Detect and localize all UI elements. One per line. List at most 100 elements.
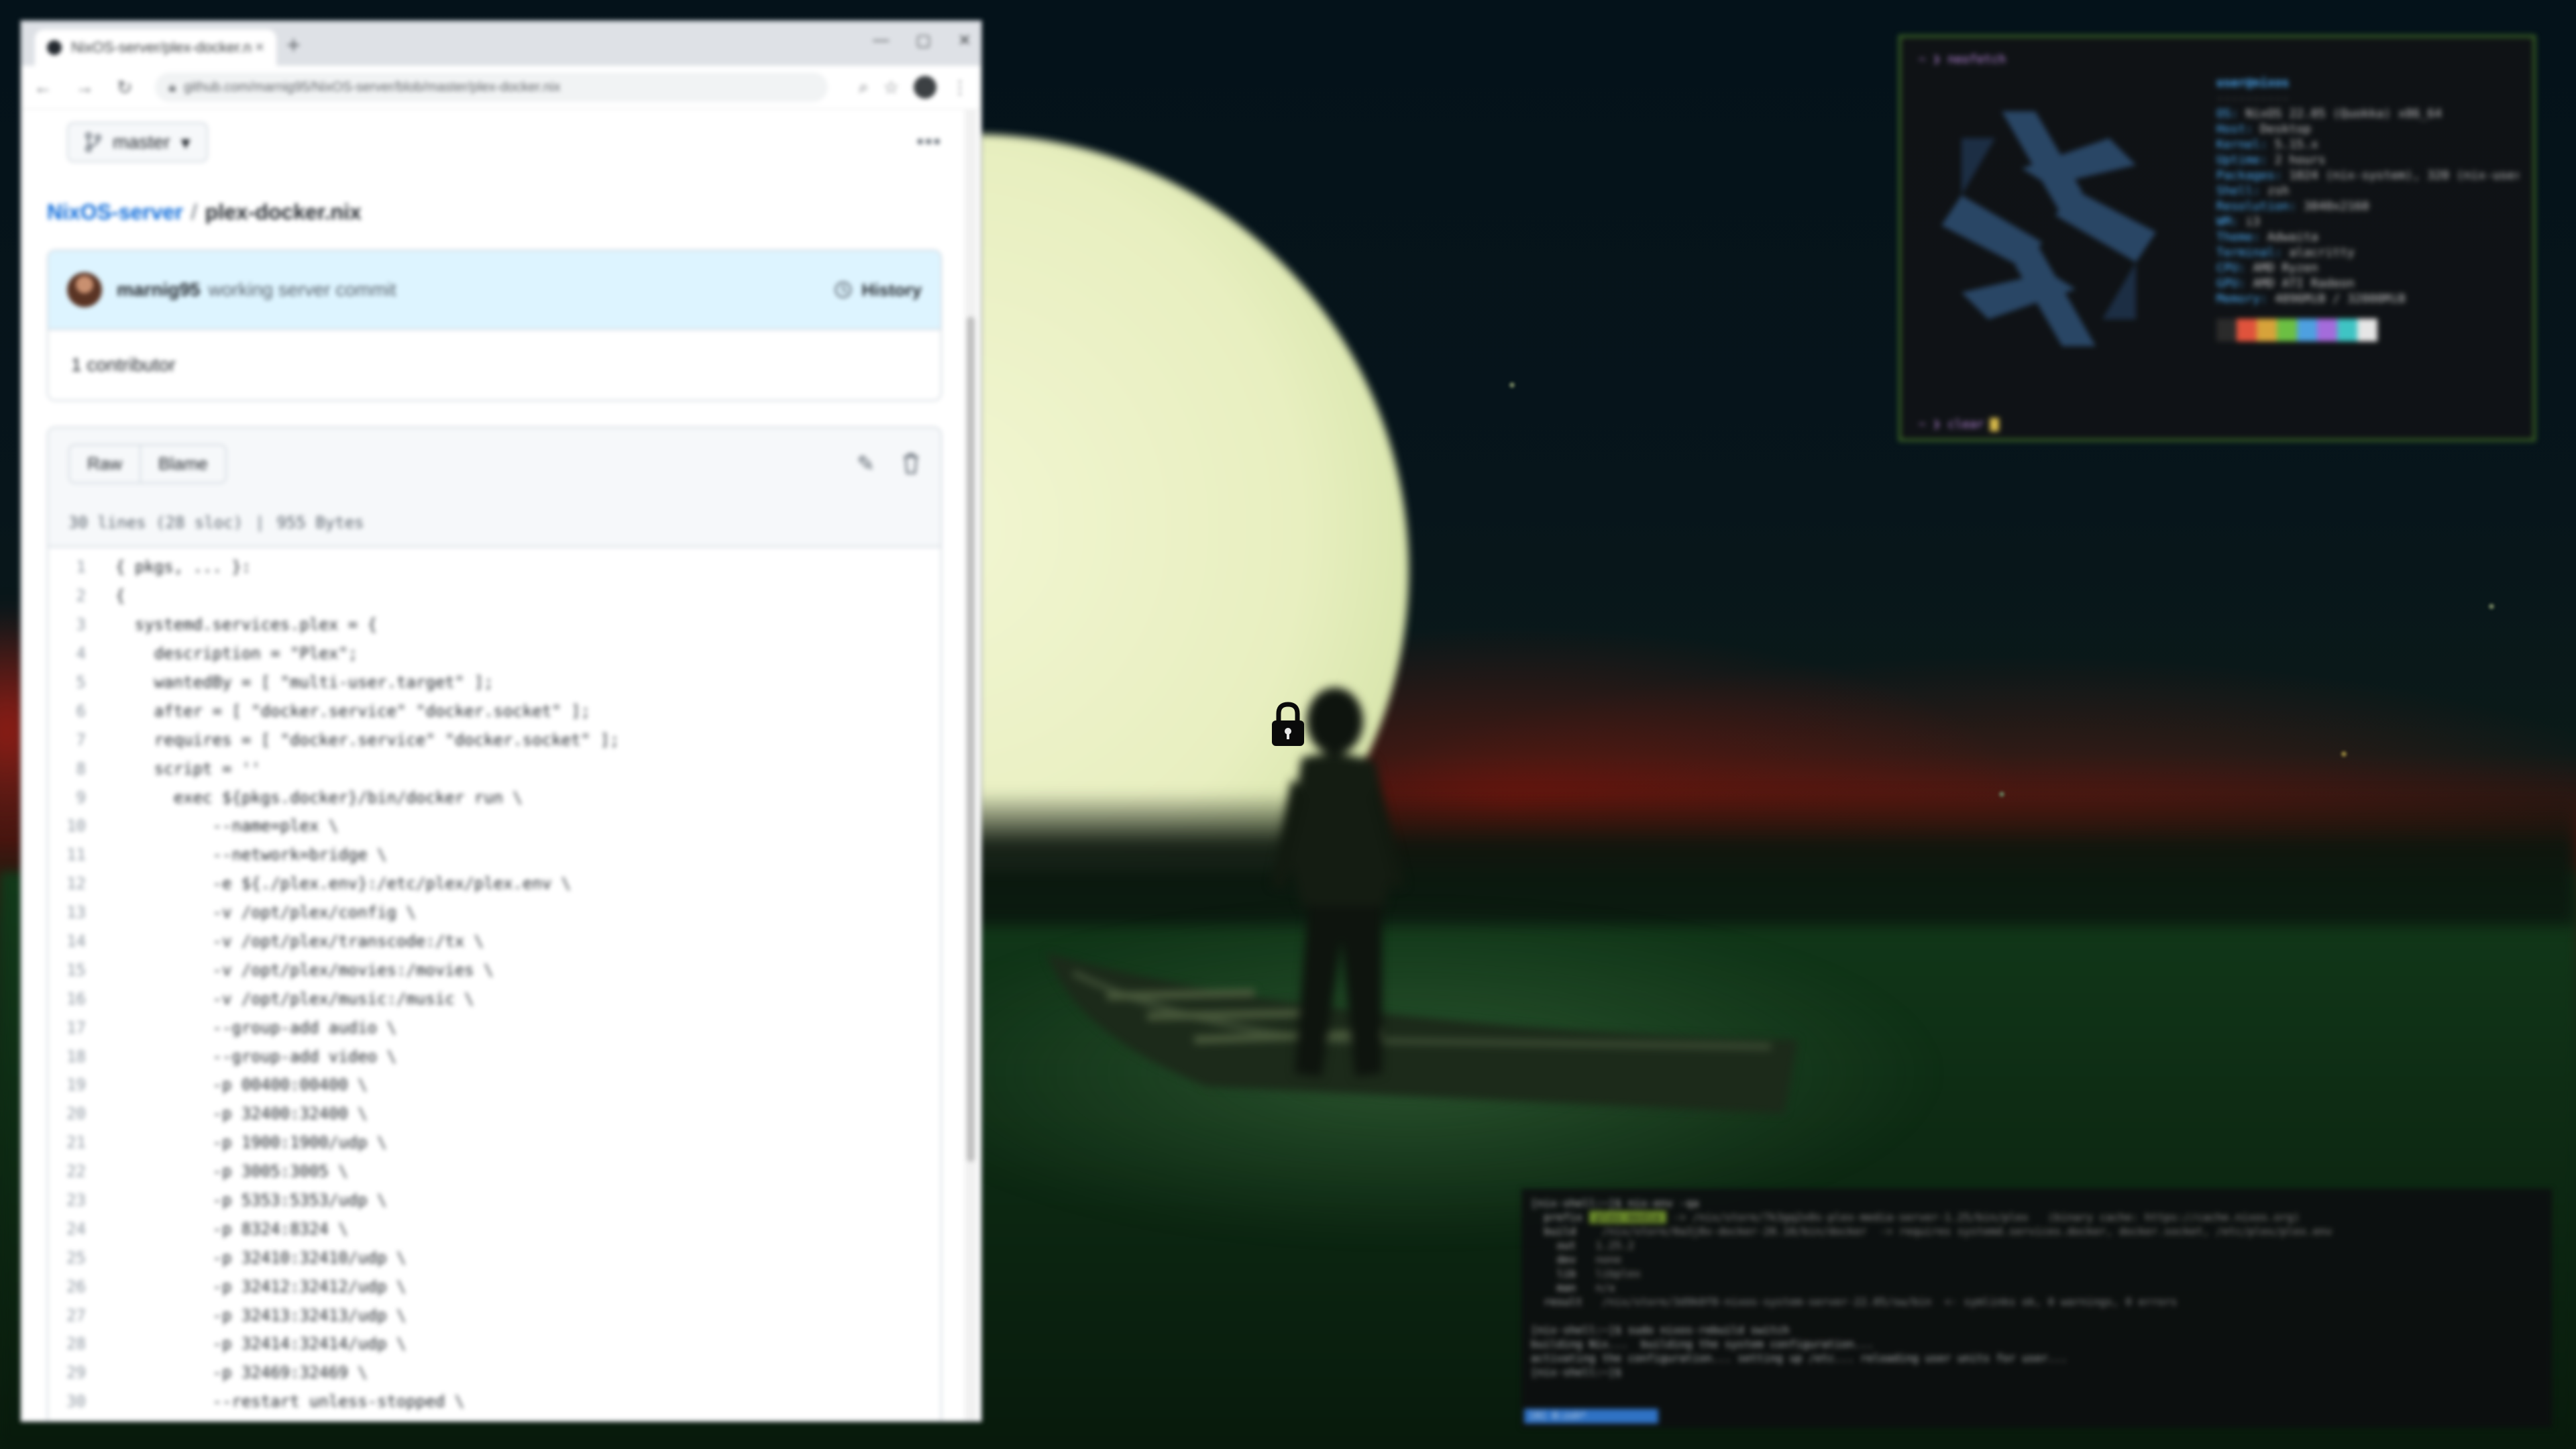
back-button[interactable]: ←	[34, 76, 52, 98]
neofetch-key: GPU	[2216, 276, 2239, 290]
reload-button[interactable]: ↻	[117, 76, 132, 99]
line-number[interactable]: 3	[48, 615, 115, 634]
wallpaper-star	[1509, 382, 1515, 388]
neofetch-info-row: Host: Desktop	[2216, 122, 2311, 136]
code-text: description = "Plex";	[115, 644, 358, 663]
neofetch-value: AMD ATI Radeon	[2253, 276, 2355, 290]
code-text: -v /opt/plex/movies:/movies \	[115, 960, 494, 979]
neofetch-terminal[interactable]: ~ ❯ neofetch user@nixos ---------- OS: N…	[1898, 35, 2536, 441]
code-text: -p 32410:32410/udp \	[115, 1248, 407, 1267]
profile-avatar[interactable]	[914, 76, 936, 99]
address-bar[interactable]: 🔒︎ github.com/marnig95/NixOS-server/blob…	[155, 72, 828, 102]
breadcrumb-repo-link[interactable]: NixOS-server	[47, 200, 183, 225]
line-number[interactable]: 16	[48, 989, 115, 1008]
close-window-button[interactable]: ✕	[958, 31, 971, 50]
neofetch-info-row: Theme: Adwaita	[2216, 230, 2318, 244]
line-number[interactable]: 5	[48, 673, 115, 692]
line-number[interactable]: 31	[48, 1421, 115, 1422]
line-number[interactable]: 9	[48, 788, 115, 807]
commit-message-link[interactable]: working server commit	[209, 279, 834, 301]
line-number[interactable]: 22	[48, 1162, 115, 1181]
line-number[interactable]: 13	[48, 903, 115, 922]
code-line: 1{ pkgs, ... }:	[48, 553, 941, 582]
line-number[interactable]: 7	[48, 731, 115, 749]
line-number[interactable]: 30	[48, 1392, 115, 1411]
code-text: -v /opt/plex/music:/music \	[115, 989, 474, 1008]
code-line: 19 -p 00400:00400 \	[48, 1071, 941, 1099]
line-number[interactable]: 18	[48, 1047, 115, 1066]
neofetch-value: NixOS 22.05 (Quokka) x86_64	[2245, 107, 2442, 121]
tab-close-icon[interactable]: ×	[255, 38, 264, 57]
browser-menu-icon[interactable]: ⋮	[951, 77, 969, 98]
line-number[interactable]: 28	[48, 1334, 115, 1353]
code-line: 25 -p 32410:32410/udp \	[48, 1243, 941, 1272]
breadcrumb-file-name: plex-docker.nix	[205, 199, 362, 224]
forward-button[interactable]: →	[75, 76, 94, 98]
terminal-line: out 1.25.2	[1531, 1239, 2542, 1253]
neofetch-value: i3	[2245, 215, 2261, 229]
line-number[interactable]: 19	[48, 1075, 115, 1094]
branch-selector-button[interactable]: master ▾	[67, 122, 208, 162]
more-options-button[interactable]: •••	[916, 131, 942, 154]
code-text: -e ${./plex.env}:/etc/plex/plex.env \	[115, 874, 572, 894]
line-number[interactable]: 8	[48, 759, 115, 778]
neofetch-key: CPU	[2216, 261, 2239, 275]
line-number[interactable]: 23	[48, 1191, 115, 1210]
commit-author-link[interactable]: marnig95	[117, 279, 201, 301]
line-number[interactable]: 15	[48, 961, 115, 979]
terminal-line: result /nix/store/3d9k0f8-nixos-system-s…	[1531, 1295, 2542, 1309]
terminal-window[interactable]: [nix-shell:~]$ nix-env -qa prefix plex-m…	[1521, 1189, 2552, 1428]
line-number[interactable]: 17	[48, 1018, 115, 1037]
avatar[interactable]	[67, 272, 102, 307]
minimize-button[interactable]: —	[873, 31, 889, 50]
scrollbar-thumb[interactable]	[967, 317, 975, 1162]
palette-swatch	[2237, 319, 2257, 341]
line-number[interactable]: 1	[48, 557, 115, 576]
commit-row: marnig95 working server commit History	[48, 251, 941, 329]
line-number[interactable]: 10	[48, 816, 115, 835]
line-number[interactable]: 11	[48, 845, 115, 864]
raw-button[interactable]: Raw	[68, 443, 142, 484]
line-number[interactable]: 14	[48, 932, 115, 951]
neofetch-key: OS	[2216, 107, 2231, 121]
line-number[interactable]: 25	[48, 1248, 115, 1267]
file-size: 955 Bytes	[276, 513, 364, 532]
line-number[interactable]: 12	[48, 874, 115, 893]
line-number[interactable]: 21	[48, 1133, 115, 1152]
line-number[interactable]: 2	[48, 586, 115, 605]
neofetch-value: 3840x2160	[2304, 199, 2369, 213]
code-text: -p 5353:5353/udp \	[115, 1191, 387, 1210]
code-text: -p 32414:32414/udp \	[115, 1334, 407, 1354]
contributors-row[interactable]: 1 contributor	[48, 329, 941, 400]
delete-trash-icon[interactable]	[902, 452, 920, 475]
bookmark-star-icon[interactable]: ☆	[883, 77, 899, 98]
line-number[interactable]: 6	[48, 702, 115, 720]
neofetch-key: Terminal	[2216, 246, 2275, 260]
line-number[interactable]: 4	[48, 644, 115, 663]
code-text: --name=plex \	[115, 816, 339, 836]
code-line: 11 --network=bridge \	[48, 841, 941, 869]
line-number[interactable]: 29	[48, 1363, 115, 1382]
blame-button[interactable]: Blame	[141, 443, 227, 484]
maximize-button[interactable]: ▢	[916, 31, 931, 50]
edit-pencil-icon[interactable]: ✎	[857, 451, 875, 476]
code-line: 28 -p 32414:32414/udp \	[48, 1330, 941, 1358]
line-number[interactable]: 26	[48, 1277, 115, 1296]
bottom-prompt-text: ~ ❯ clear	[1919, 417, 1984, 431]
new-tab-button[interactable]: +	[286, 31, 301, 59]
browser-tab-active[interactable]: NixOS-server/plex-docker.n ×	[35, 30, 276, 66]
line-number[interactable]: 20	[48, 1104, 115, 1123]
terminal-text: -> /nix/store/7k3gq2x0s-plex-media-serve…	[1666, 1211, 2300, 1224]
neofetch-info-row: Uptime: 2 hours	[2216, 153, 2326, 167]
page-scrollbar[interactable]	[965, 109, 977, 1421]
browser-toolbar: ← → ↻ 🔒︎ github.com/marnig95/NixOS-serve…	[21, 66, 981, 109]
history-button[interactable]: History	[833, 280, 922, 301]
code-text: -v /opt/plex/transcode:/tx \	[115, 932, 484, 951]
terminal-text: 1.25.2	[1589, 1239, 1635, 1252]
line-number[interactable]: 24	[48, 1220, 115, 1238]
terminal-text: [nix-shell:~]$	[1531, 1366, 1628, 1379]
terminal-text: build	[1531, 1225, 1589, 1238]
lock-icon[interactable]	[1269, 700, 1307, 749]
zoom-icon[interactable]: ⌕	[859, 76, 869, 98]
line-number[interactable]: 27	[48, 1306, 115, 1325]
